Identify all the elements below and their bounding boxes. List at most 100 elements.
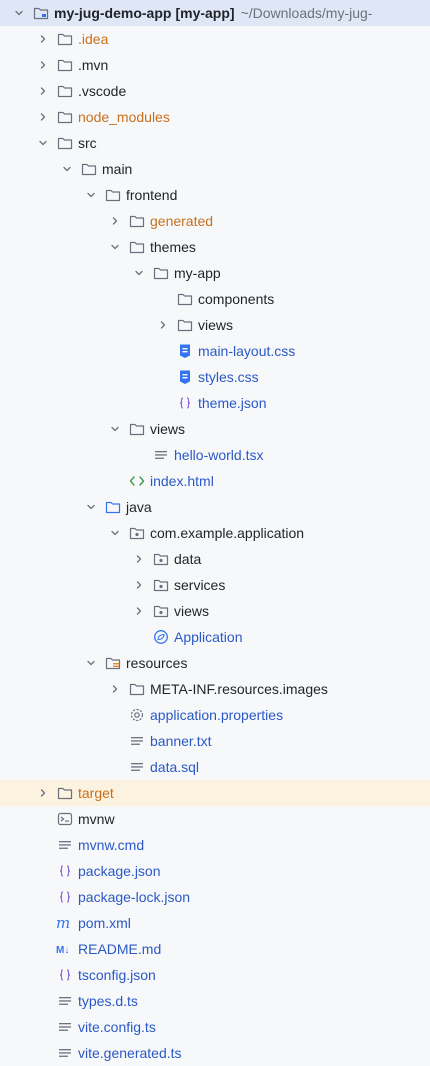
tree-row[interactable]: Application <box>0 624 430 650</box>
tree-row[interactable]: application.properties <box>0 702 430 728</box>
tree-row[interactable]: m pom.xml <box>0 910 430 936</box>
tree-row[interactable]: my-jug-demo-app [my-app] ~/Downloads/my-ju… <box>0 0 430 26</box>
chevron-right-icon[interactable] <box>132 598 146 624</box>
tree-row[interactable]: services <box>0 572 430 598</box>
folder-icon <box>152 260 170 286</box>
chevron-down-icon[interactable] <box>132 260 146 286</box>
chevron-right-icon[interactable] <box>36 780 50 806</box>
tree-item-label: package.json <box>78 863 161 879</box>
tree-row[interactable]: .vscode <box>0 78 430 104</box>
json-file-icon <box>176 390 194 416</box>
project-tree: my-jug-demo-app [my-app] ~/Downloads/my-ju… <box>0 0 430 1066</box>
tree-row[interactable]: .mvn <box>0 52 430 78</box>
chevron-right-icon[interactable] <box>36 26 50 52</box>
folder-icon <box>176 286 194 312</box>
tree-item-label: mvnw <box>78 811 115 827</box>
tree-item-label: package-lock.json <box>78 889 191 905</box>
css-file-icon <box>176 338 194 364</box>
tree-row[interactable]: tsconfig.json <box>0 962 430 988</box>
tree-row[interactable]: banner.txt <box>0 728 430 754</box>
tree-row[interactable]: types.d.ts <box>0 988 430 1014</box>
source-folder-icon <box>104 494 122 520</box>
chevron-right-icon[interactable] <box>36 52 50 78</box>
tree-item-label: types.d.ts <box>78 993 138 1009</box>
tree-row[interactable]: index.html <box>0 468 430 494</box>
tree-row[interactable]: themes <box>0 234 430 260</box>
chevron-right-icon[interactable] <box>108 208 122 234</box>
tree-row[interactable]: package-lock.json <box>0 884 430 910</box>
tree-item-label: application.properties <box>150 707 284 723</box>
text-file-icon <box>56 1014 74 1040</box>
tree-row[interactable]: styles.css <box>0 364 430 390</box>
tree-item-label: main-layout.css <box>198 343 296 359</box>
tree-item-label: theme.json <box>198 395 267 411</box>
chevron-down-icon[interactable] <box>108 520 122 546</box>
tree-item-label: .vscode <box>78 83 127 99</box>
chevron-down-icon[interactable] <box>60 156 74 182</box>
tree-row[interactable]: theme.json <box>0 390 430 416</box>
tree-row[interactable]: views <box>0 598 430 624</box>
tree-item-label: banner.txt <box>150 733 212 749</box>
tree-row[interactable]: src <box>0 130 430 156</box>
tree-row[interactable]: node_modules <box>0 104 430 130</box>
package-icon <box>152 572 170 598</box>
tree-row[interactable]: my-app <box>0 260 430 286</box>
tree-row[interactable]: com.example.application <box>0 520 430 546</box>
tree-row[interactable]: main <box>0 156 430 182</box>
tree-row[interactable]: views <box>0 312 430 338</box>
tree-row[interactable]: mvnw <box>0 806 430 832</box>
chevron-down-icon[interactable] <box>36 130 50 156</box>
folder-icon <box>128 416 146 442</box>
tree-item-label: generated <box>150 213 214 229</box>
tree-row[interactable]: main-layout.css <box>0 338 430 364</box>
folder-icon <box>104 182 122 208</box>
chevron-down-icon[interactable] <box>108 234 122 260</box>
tree-row[interactable]: mvnw.cmd <box>0 832 430 858</box>
svg-text:m: m <box>56 915 70 931</box>
tree-item-label: my-app <box>174 265 221 281</box>
folder-icon <box>128 676 146 702</box>
chevron-right-icon[interactable] <box>108 676 122 702</box>
tree-row[interactable]: vite.generated.ts <box>0 1040 430 1066</box>
tree-row[interactable]: views <box>0 416 430 442</box>
tree-row[interactable]: package.json <box>0 858 430 884</box>
chevron-down-icon[interactable] <box>84 650 98 676</box>
tree-row[interactable]: data <box>0 546 430 572</box>
chevron-right-icon[interactable] <box>156 312 170 338</box>
tree-item-label: java <box>126 499 152 515</box>
tree-item-label: views <box>198 317 234 333</box>
chevron-down-icon[interactable] <box>12 0 26 26</box>
tree-item-label: README.md <box>78 941 162 957</box>
tree-row[interactable]: META-INF.resources.images <box>0 676 430 702</box>
tree-row[interactable]: resources <box>0 650 430 676</box>
html-file-icon <box>128 468 146 494</box>
tree-row[interactable]: java <box>0 494 430 520</box>
chevron-right-icon[interactable] <box>132 572 146 598</box>
tree-item-label: resources <box>126 655 188 671</box>
tree-item-label: components <box>198 291 275 307</box>
module-folder-icon <box>32 0 50 26</box>
tree-item-label: mvnw.cmd <box>78 837 145 853</box>
tree-row[interactable]: target <box>0 780 430 806</box>
chevron-down-icon[interactable] <box>84 182 98 208</box>
tree-row[interactable]: frontend <box>0 182 430 208</box>
tree-row[interactable]: M↓ README.md <box>0 936 430 962</box>
tree-row[interactable]: data.sql <box>0 754 430 780</box>
css-file-icon <box>176 364 194 390</box>
tree-row[interactable]: generated <box>0 208 430 234</box>
tree-row[interactable]: .idea <box>0 26 430 52</box>
chevron-right-icon[interactable] <box>36 78 50 104</box>
json-file-icon <box>56 962 74 988</box>
tree-item-label: my-jug-demo-app <box>54 5 172 21</box>
tree-row[interactable]: hello-world.tsx <box>0 442 430 468</box>
chevron-down-icon[interactable] <box>84 494 98 520</box>
tree-row[interactable]: vite.config.ts <box>0 1014 430 1040</box>
chevron-down-icon[interactable] <box>108 416 122 442</box>
tree-item-label: styles.css <box>198 369 259 385</box>
tree-row[interactable]: components <box>0 286 430 312</box>
chevron-right-icon[interactable] <box>36 104 50 130</box>
tree-item-label: node_modules <box>78 109 170 125</box>
package-icon <box>152 546 170 572</box>
chevron-right-icon[interactable] <box>132 546 146 572</box>
text-file-icon <box>56 832 74 858</box>
